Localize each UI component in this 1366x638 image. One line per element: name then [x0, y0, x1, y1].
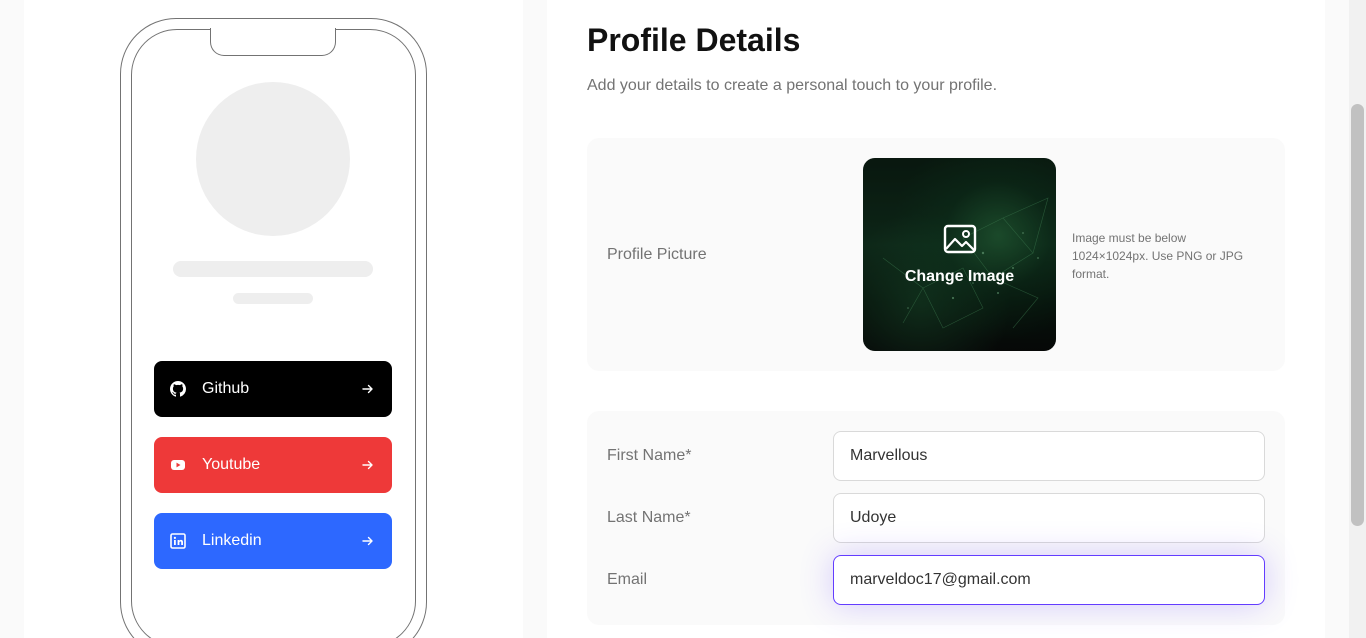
arrow-right-icon — [360, 457, 376, 473]
arrow-right-icon — [360, 533, 376, 549]
email-placeholder — [233, 293, 313, 304]
preview-link-label: Github — [202, 380, 250, 397]
preview-link-github[interactable]: Github — [154, 361, 392, 417]
preview-link-label: Youtube — [202, 456, 261, 473]
image-requirements-hint: Image must be below 1024×1024px. Use PNG… — [1072, 231, 1244, 281]
image-icon — [943, 224, 976, 253]
profile-picture-upload[interactable]: Change Image — [863, 158, 1056, 351]
linkedin-icon — [170, 533, 186, 549]
page-title: Profile Details — [587, 22, 801, 58]
youtube-icon — [170, 457, 186, 473]
scrollbar-thumb[interactable] — [1351, 104, 1364, 526]
change-image-label: Change Image — [904, 267, 1015, 285]
github-icon — [170, 381, 186, 397]
first-name-input[interactable] — [833, 431, 1265, 481]
arrow-right-icon — [360, 381, 376, 397]
avatar-placeholder — [196, 82, 350, 236]
preview-link-label: Linkedin — [202, 532, 262, 549]
phone-notch — [210, 28, 336, 56]
change-image-overlay: Change Image — [863, 158, 1056, 351]
preview-link-linkedin[interactable]: Linkedin — [154, 513, 392, 569]
page-subtitle: Add your details to create a personal to… — [587, 77, 998, 94]
profile-picture-label: Profile Picture — [607, 246, 707, 263]
last-name-input[interactable] — [833, 493, 1265, 543]
first-name-label: First Name* — [607, 447, 692, 464]
email-label: Email — [607, 571, 648, 588]
preview-link-youtube[interactable]: Youtube — [154, 437, 392, 493]
name-placeholder — [173, 261, 373, 277]
email-input[interactable] — [833, 555, 1265, 605]
last-name-label: Last Name* — [607, 509, 691, 526]
